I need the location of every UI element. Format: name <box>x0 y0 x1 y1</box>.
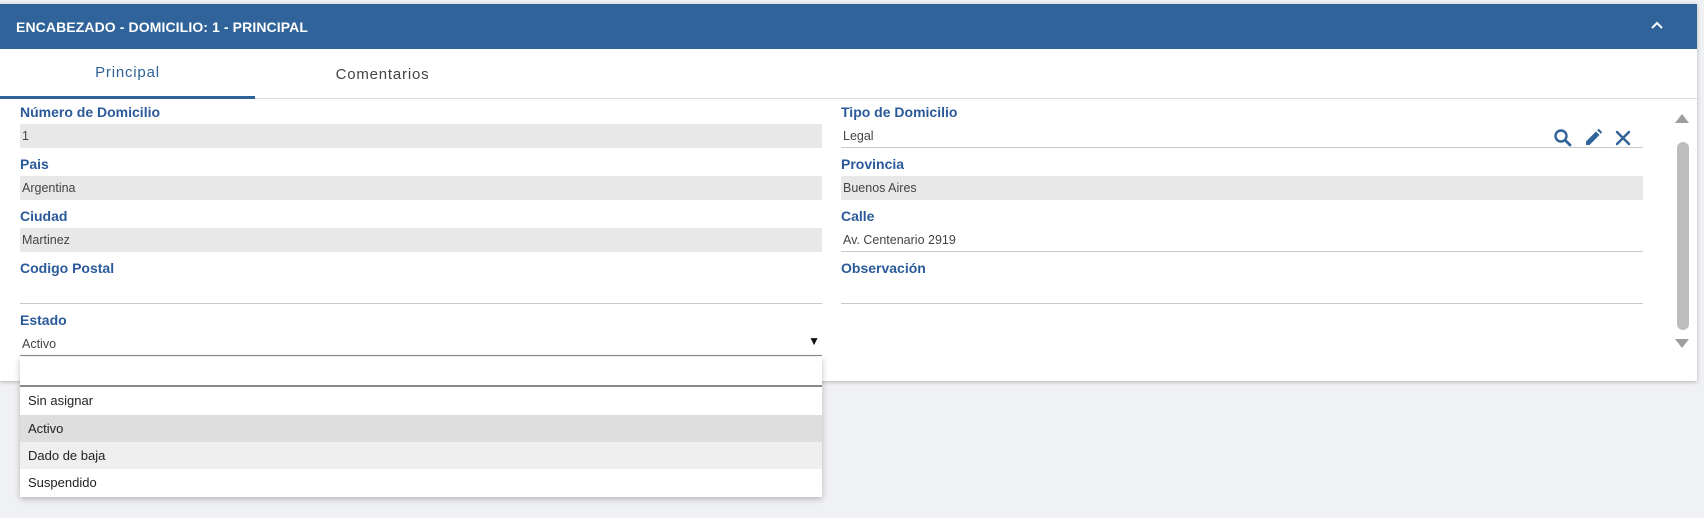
calle-field: Calle Av. Centenario 2919 <box>841 208 1643 254</box>
estado-dropdown-panel: Sin asignar Activo Dado de baja Suspendi… <box>20 357 822 497</box>
provincia-field: Provincia Buenos Aires <box>841 156 1643 202</box>
close-icon[interactable] <box>1612 127 1634 149</box>
dropdown-option[interactable]: Dado de baja <box>20 442 822 469</box>
tab-principal-label: Principal <box>95 64 160 81</box>
scroll-down-icon[interactable] <box>1674 338 1690 350</box>
codigo-postal-input[interactable] <box>20 280 822 304</box>
tipo-domicilio-value[interactable]: Legal <box>841 124 1643 148</box>
observacion-field: Observación <box>841 260 1643 306</box>
codigo-postal-label: Codigo Postal <box>20 260 115 276</box>
address-panel: ENCABEZADO - DOMICILIO: 1 - PRINCIPAL Pr… <box>0 4 1697 381</box>
search-icon[interactable] <box>1552 127 1574 149</box>
scroll-thumb[interactable] <box>1677 142 1689 330</box>
observacion-input[interactable] <box>841 280 1643 304</box>
provincia-label: Provincia <box>841 156 905 172</box>
tab-comentarios[interactable]: Comentarios <box>255 49 510 99</box>
pais-value: Argentina <box>20 176 822 200</box>
estado-select[interactable]: Activo <box>20 332 822 356</box>
codigo-postal-field: Codigo Postal <box>20 260 822 306</box>
ciudad-label: Ciudad <box>20 208 68 224</box>
pais-label: Pais <box>20 156 49 172</box>
dropdown-option[interactable]: Suspendido <box>20 469 822 496</box>
dropdown-option[interactable]: Activo <box>20 415 822 442</box>
numero-domicilio-field: Número de Domicilio 1 <box>20 104 822 150</box>
numero-domicilio-value: 1 <box>20 124 822 148</box>
tab-principal[interactable]: Principal <box>0 49 255 99</box>
observacion-label: Observación <box>841 260 926 276</box>
panel-title: ENCABEZADO - DOMICILIO: 1 - PRINCIPAL <box>16 18 308 35</box>
tab-bar: Principal Comentarios <box>0 49 1697 99</box>
dropdown-search-input[interactable] <box>20 357 822 387</box>
provincia-value: Buenos Aires <box>841 176 1643 200</box>
ciudad-value: Martinez <box>20 228 822 252</box>
pais-field: Pais Argentina <box>20 156 822 202</box>
tab-comentarios-label: Comentarios <box>335 65 430 83</box>
calle-input[interactable]: Av. Centenario 2919 <box>841 228 1643 252</box>
caret-down-icon[interactable]: ▼ <box>808 334 820 348</box>
estado-field[interactable]: Estado Activo ▼ <box>20 312 822 360</box>
edit-icon[interactable] <box>1582 127 1604 149</box>
tipo-domicilio-field: Tipo de Domicilio Legal <box>841 104 1643 150</box>
tipo-domicilio-label: Tipo de Domicilio <box>841 104 958 120</box>
panel-header: ENCABEZADO - DOMICILIO: 1 - PRINCIPAL <box>0 4 1697 49</box>
dropdown-option[interactable]: Sin asignar <box>20 387 822 414</box>
ciudad-field: Ciudad Martinez <box>20 208 822 254</box>
numero-domicilio-label: Número de Domicilio <box>20 104 161 120</box>
calle-label: Calle <box>841 208 875 224</box>
scroll-up-icon[interactable] <box>1674 112 1690 124</box>
vertical-scrollbar[interactable] <box>1674 112 1690 352</box>
estado-label: Estado <box>20 312 67 328</box>
chevron-up-icon[interactable] <box>1647 16 1667 36</box>
